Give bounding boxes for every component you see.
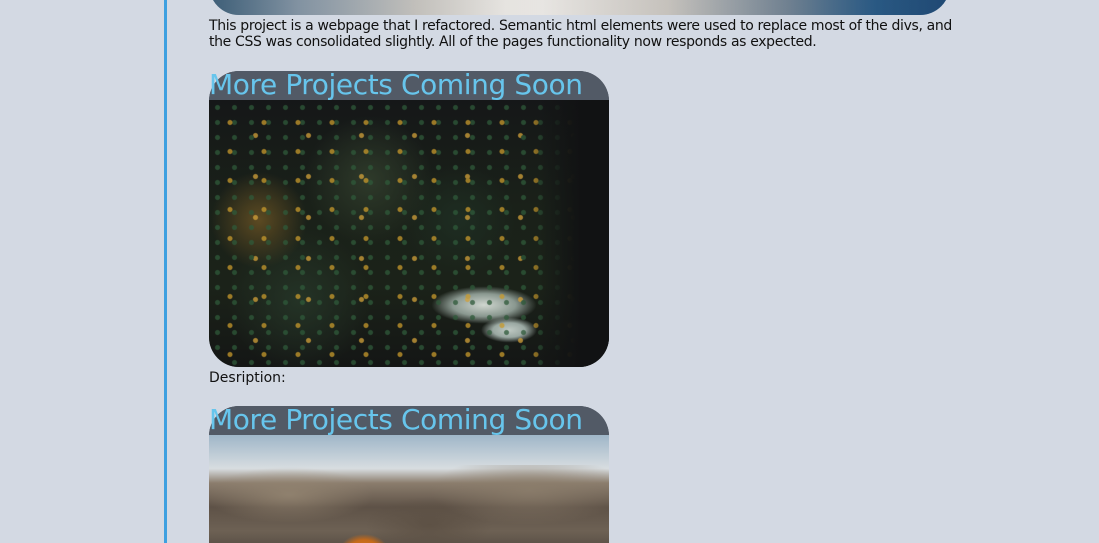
project-card: More Projects Coming Soon: [209, 71, 609, 367]
project-card-caption: Desription:: [209, 370, 286, 386]
rocky-hills-autumn-tree-photo[interactable]: [209, 435, 609, 543]
project-card-title: More Projects Coming Soon: [209, 403, 583, 436]
project-card: More Projects Coming Soon: [209, 406, 609, 543]
previous-project-image[interactable]: [209, 0, 950, 15]
project-description: This project is a webpage that I refacto…: [209, 18, 952, 50]
forest-lake-photo[interactable]: [209, 100, 609, 367]
project-card-title: More Projects Coming Soon: [209, 68, 583, 101]
project-card-frame: [209, 71, 609, 367]
projects-page: This project is a webpage that I refacto…: [0, 0, 1099, 543]
left-accent-border: [164, 0, 167, 543]
